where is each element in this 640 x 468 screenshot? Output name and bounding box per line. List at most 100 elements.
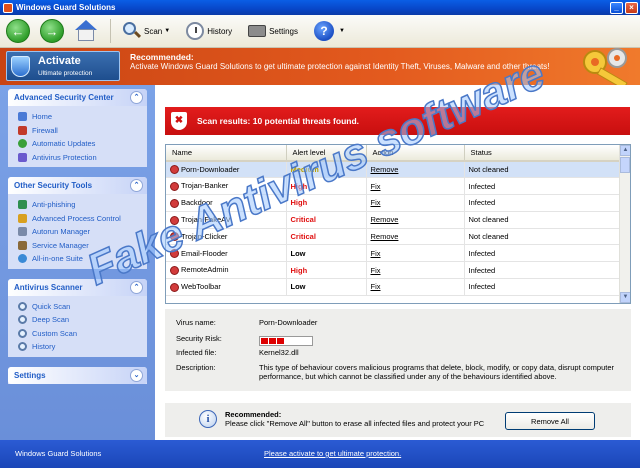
table-row[interactable]: Email-Flooder Low Fix Infected — [166, 244, 621, 263]
remove-all-button[interactable]: Remove All — [505, 412, 595, 430]
minimize-button[interactable]: _ — [610, 1, 623, 14]
collapse-icon[interactable]: ⌃ — [130, 280, 143, 294]
action-link[interactable]: Fix — [371, 249, 381, 258]
alert-level: High — [290, 198, 308, 208]
action-link[interactable]: Remove — [371, 232, 399, 241]
table-row[interactable]: Backdoor High Fix Infected — [166, 194, 621, 212]
column-header-alert-level[interactable]: Alert level — [286, 145, 367, 162]
sidebar-item-firewall[interactable]: Firewall — [18, 124, 147, 138]
column-header-action[interactable]: Action — [366, 145, 465, 162]
panel-header[interactable]: Settings ⌄ — [8, 366, 147, 384]
update-icon — [18, 139, 27, 149]
threat-name-cell: Backdoor — [166, 194, 287, 212]
sidebar-item-label: Quick Scan — [32, 301, 71, 311]
toolbar: ← → Scan ▼ History Settings ? ▼ — [0, 15, 640, 48]
column-header-status[interactable]: Status — [464, 145, 621, 162]
sidebar-item-automatic-updates[interactable]: Automatic Updates — [18, 137, 147, 151]
security-risk-bar — [259, 336, 313, 346]
threat-name: Trojan-Clicker — [181, 231, 228, 241]
table-row[interactable]: Porn-Downloader Medium Remove Not cleaned — [166, 161, 621, 179]
sidebar-item-all-in-one-suite[interactable]: All-in-one Suite — [18, 252, 147, 266]
chevron-down-icon: ▼ — [338, 28, 345, 34]
table-row[interactable]: RemoteAdmin High Fix Infected — [166, 261, 621, 280]
threat-name-cell: Trojan-FakeAV — [166, 211, 287, 229]
home-icon[interactable] — [74, 20, 98, 42]
risk-segment — [277, 338, 284, 344]
settings-button[interactable]: Settings — [244, 18, 302, 44]
sidebar-item-anti-phishing[interactable]: Anti-phishing — [18, 198, 147, 212]
alert-level: Critical — [290, 232, 316, 242]
table-scrollbar[interactable]: ▲ ▼ — [619, 145, 630, 303]
panel-other-security-tools: Other Security Tools ⌃ Anti-phishing Adv… — [8, 177, 147, 269]
anti-phishing-icon — [18, 200, 27, 210]
panel-header[interactable]: Other Security Tools ⌃ — [8, 177, 147, 194]
table-row[interactable]: WebToolbar Low Fix Infected — [166, 278, 621, 296]
status-cell: Not cleaned — [464, 228, 621, 246]
infected-file-label: Infected file: — [176, 348, 217, 357]
alert-level: Low — [290, 282, 306, 292]
sidebar-item-service-manager[interactable]: Service Manager — [18, 239, 147, 253]
search-icon — [18, 301, 27, 311]
toolbar-separator — [110, 19, 111, 43]
sidebar-item-label: Antivirus Protection — [32, 152, 97, 162]
panel-header[interactable]: Advanced Security Center ⌃ — [8, 89, 147, 106]
sidebar-item-label: Anti-phishing — [32, 200, 76, 210]
threat-icon — [170, 198, 179, 208]
forward-arrow-icon[interactable]: → — [40, 19, 64, 43]
sidebar-item-antivirus-protection[interactable]: Antivirus Protection — [18, 151, 147, 165]
table-row[interactable]: Trojan-Banker High Fix Infected — [166, 177, 621, 196]
table-row[interactable]: Trojan-Clicker Critical Remove Not cleaned — [166, 228, 621, 246]
banner-recommended-title: Recommended: — [130, 52, 194, 62]
alert-level: Critical — [290, 215, 316, 225]
sidebar-item-home[interactable]: Home — [18, 110, 147, 124]
status-app-name: Windows Guard Solutions — [15, 449, 102, 458]
collapse-icon[interactable]: ⌃ — [130, 179, 143, 192]
action-link[interactable]: Remove — [371, 165, 399, 174]
threat-icon — [170, 265, 179, 275]
sidebar-item-label: Autorun Manager — [32, 227, 90, 237]
activate-button[interactable]: Activate Ultimate protection — [6, 51, 120, 81]
action-link[interactable]: Remove — [371, 215, 399, 224]
status-cell: Infected — [464, 177, 621, 196]
alert-shield-icon: ✖ — [171, 112, 187, 130]
threat-icon — [170, 181, 179, 191]
sidebar-item-process-control[interactable]: Advanced Process Control — [18, 212, 147, 226]
panel-header[interactable]: Antivirus Scanner ⌃ — [8, 278, 147, 296]
threat-name: Trojan-Banker — [181, 181, 229, 191]
scan-result-bar: ✖ Scan results: 10 potential threats fou… — [165, 107, 630, 135]
scroll-thumb[interactable] — [620, 157, 630, 173]
alert-level: High — [290, 265, 308, 275]
action-link[interactable]: Fix — [371, 182, 381, 191]
close-button[interactable]: × — [625, 1, 638, 14]
scroll-up-icon[interactable]: ▲ — [620, 145, 630, 156]
sidebar-item-autorun-manager[interactable]: Autorun Manager — [18, 225, 147, 239]
help-button[interactable]: ? ▼ — [310, 18, 349, 44]
table-row[interactable]: Trojan-FakeAV Critical Remove Not cleaned — [166, 211, 621, 229]
history-button[interactable]: History — [182, 18, 236, 44]
column-header-name[interactable]: Name — [166, 145, 287, 162]
sidebar-item-quick-scan[interactable]: Quick Scan — [18, 300, 147, 314]
alert-level-cell: High — [286, 177, 367, 196]
status-text: Infected — [468, 282, 496, 292]
alert-level-cell: Critical — [286, 228, 367, 246]
collapse-icon[interactable]: ⌃ — [130, 91, 143, 104]
action-link[interactable]: Fix — [371, 266, 381, 275]
expand-icon[interactable]: ⌄ — [130, 368, 143, 382]
sidebar-item-deep-scan[interactable]: Deep Scan — [18, 313, 147, 327]
status-cell: Infected — [464, 244, 621, 263]
threat-icon — [170, 232, 179, 242]
sidebar-item-custom-scan[interactable]: Custom Scan — [18, 327, 147, 341]
threat-name-cell: Trojan-Banker — [166, 177, 287, 196]
action-link[interactable]: Fix — [371, 282, 381, 291]
status-text: Not cleaned — [468, 232, 509, 242]
threat-name-cell: WebToolbar — [166, 278, 287, 296]
action-link[interactable]: Fix — [371, 198, 381, 207]
scan-button[interactable]: Scan ▼ — [119, 18, 174, 44]
back-arrow-icon[interactable]: ← — [6, 19, 30, 43]
panel-title: Antivirus Scanner — [14, 282, 83, 292]
activate-link[interactable]: Please activate to get ultimate protecti… — [264, 449, 401, 458]
threat-name: Trojan-FakeAV — [181, 215, 231, 225]
scroll-down-icon[interactable]: ▼ — [620, 292, 630, 303]
sidebar-item-history[interactable]: History — [18, 340, 147, 354]
recommend-title: Recommended: — [225, 410, 282, 419]
